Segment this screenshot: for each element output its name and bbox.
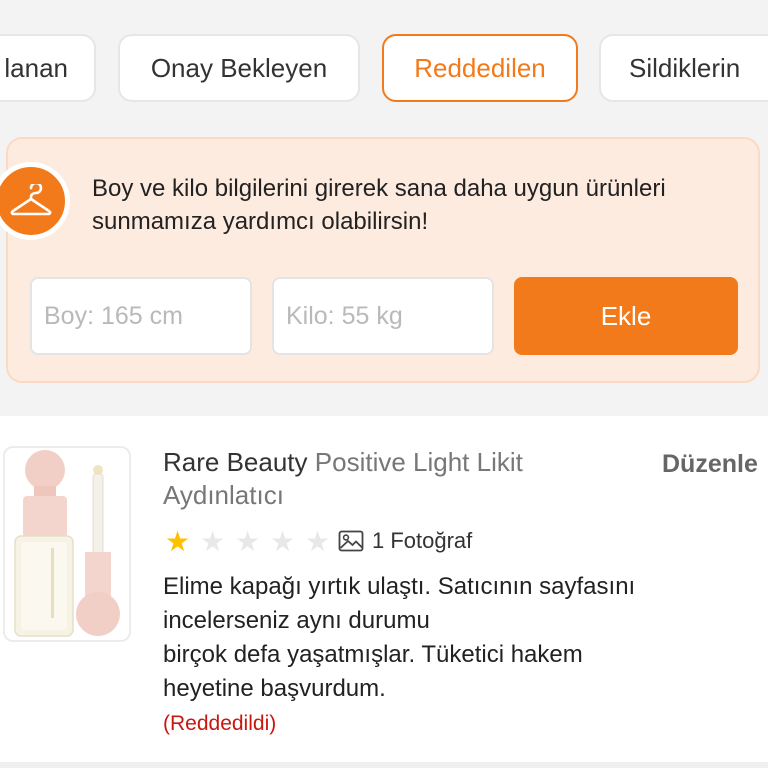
tab-deleted[interactable]: Sildiklerin [599, 34, 768, 102]
product-image[interactable] [3, 446, 131, 642]
star-icon: ★ [269, 526, 296, 557]
review-text-line: birçok defa yaşatmışlar. Tüketici hakem [163, 641, 583, 668]
star-icon: ★ [304, 526, 331, 557]
photo-count: 1 Fotoğraf [372, 528, 473, 553]
product-title[interactable]: Rare Beauty Positive Light Likit Aydınla… [163, 446, 603, 512]
star-icon: ★ [164, 526, 191, 557]
review-status-badge: (Reddedildi) [163, 712, 277, 735]
weight-input[interactable] [272, 277, 494, 355]
divider [0, 762, 768, 768]
tab-label: lanan [4, 52, 68, 83]
tab-label: Sildiklerin [629, 52, 741, 83]
review-text-line: heyetine başvurdum. [163, 675, 386, 702]
tab-label: Reddedilen [414, 52, 546, 83]
height-input[interactable] [30, 277, 252, 355]
edit-review-link[interactable]: Düzenle [662, 450, 758, 479]
image-icon [338, 530, 364, 552]
star-icon: ★ [199, 526, 226, 557]
review-status-tabs: lanan Onay Bekleyen Reddedilen Sildikler… [0, 34, 768, 106]
tab-label: Onay Bekleyen [150, 52, 328, 83]
star-icon: ★ [234, 526, 261, 557]
review-text-line: Elime kapağı yırtık ulaştı. Satıcının sa… [163, 573, 636, 600]
tab-rejected[interactable]: Reddedilen [382, 34, 578, 102]
tab-pending-approval[interactable]: Onay Bekleyen [118, 34, 360, 102]
product-brand: Rare Beauty [163, 447, 308, 477]
review-text-line: incelerseniz aynı durumu [163, 607, 430, 634]
tab-approved[interactable]: lanan [0, 34, 96, 102]
review-photos-link[interactable]: 1 Fotoğraf [338, 528, 472, 554]
add-measurements-button[interactable]: Ekle [514, 277, 738, 355]
review-comment: Elime kapağı yırtık ulaştı. Satıcının sa… [163, 570, 753, 706]
measurements-message: Boy ve kilo bilgilerini girerek sana dah… [92, 175, 666, 235]
star-rating: ★ ★ ★ ★ ★ [162, 528, 333, 556]
